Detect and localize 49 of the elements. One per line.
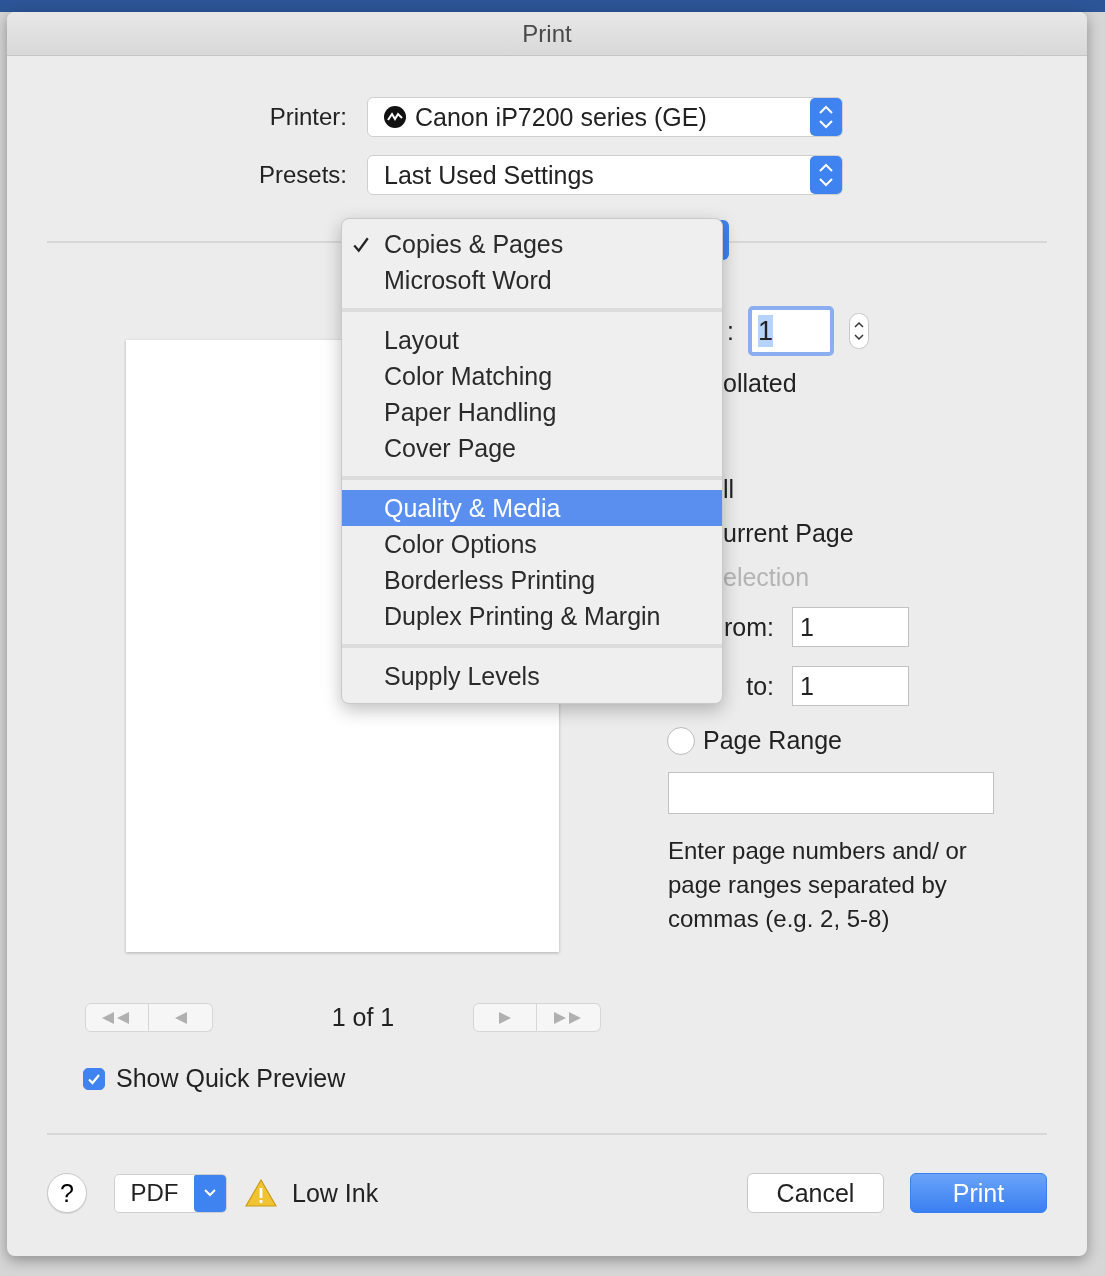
pdf-menu-button[interactable]: PDF	[114, 1173, 227, 1213]
page-range-field[interactable]	[668, 772, 994, 814]
stepper-icon[interactable]	[849, 313, 869, 349]
menu-item[interactable]: Borderless Printing	[342, 562, 722, 598]
checkbox-label: Show Quick Preview	[116, 1064, 346, 1093]
collated-label: ollated	[723, 368, 798, 398]
presets-label: Presets:	[257, 161, 347, 189]
stepper-arrows-icon	[810, 156, 842, 194]
pages-option-label: election	[723, 562, 811, 592]
status-text: Low Ink	[292, 1178, 379, 1208]
menu-item[interactable]: Supply Levels	[342, 658, 722, 694]
checkbox[interactable]	[83, 1067, 105, 1090]
window-title: Print	[522, 19, 572, 48]
first-page-button[interactable]	[85, 1003, 149, 1032]
menu-item[interactable]: Copies & Pages	[342, 226, 722, 262]
printer-popup[interactable]: Canon iP7200 series (GE)	[367, 97, 843, 137]
help-button[interactable]: ?	[47, 1173, 87, 1213]
left-triangle-icon	[174, 1011, 187, 1024]
menu-item[interactable]: Duplex Printing & Margin	[342, 598, 722, 634]
double-left-triangle-icon	[102, 1011, 132, 1024]
presets-popup[interactable]: Last Used Settings	[367, 155, 843, 195]
menu-item[interactable]: Paper Handling	[342, 394, 722, 430]
copies-field[interactable]: 1	[748, 306, 834, 356]
cancel-button[interactable]: Cancel	[747, 1173, 884, 1213]
hint-text: Enter page numbers and/ or page ranges separated by commas (e.g. 2, 5-8)	[668, 836, 968, 934]
copies-label: :	[727, 316, 735, 346]
printer-status-icon	[384, 106, 406, 128]
previous-page-button[interactable]	[149, 1003, 213, 1032]
menu-item[interactable]: Cover Page	[342, 430, 722, 466]
caret-icon	[194, 1174, 226, 1212]
next-page-button[interactable]	[473, 1003, 537, 1032]
radio-label: Page Range	[703, 726, 842, 755]
pages-option-label: urrent Page	[723, 518, 855, 548]
menu-item[interactable]: Color Options	[342, 526, 722, 562]
last-page-button[interactable]	[537, 1003, 601, 1032]
to-label: to:	[745, 671, 774, 701]
menu-item[interactable]: Color Matching	[342, 358, 722, 394]
radio-button[interactable]	[667, 726, 695, 755]
page-indicator: 1 of 1	[331, 1003, 395, 1032]
to-field[interactable]: 1	[792, 666, 909, 706]
right-triangle-icon	[499, 1011, 511, 1024]
pages-option-label: ll	[723, 474, 736, 504]
printer-label: Printer:	[268, 103, 347, 131]
warning-icon	[245, 1179, 277, 1207]
from-field[interactable]: 1	[792, 607, 909, 647]
stepper-arrows-icon	[810, 98, 842, 136]
checkmark-icon	[352, 236, 370, 254]
menu-item[interactable]: Microsoft Word	[342, 262, 722, 298]
menu-item[interactable]: Layout	[342, 322, 722, 358]
